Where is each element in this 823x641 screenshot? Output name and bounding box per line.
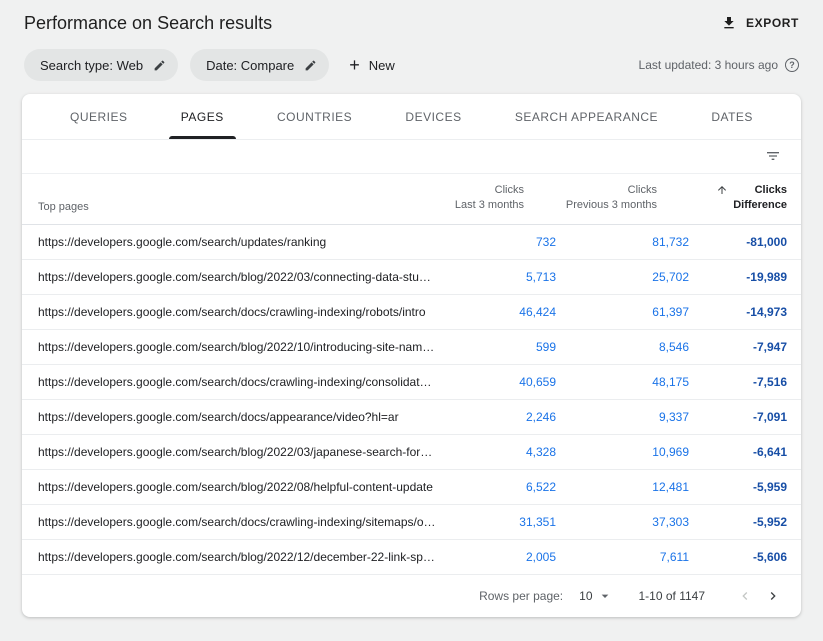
clicks-last-value: 599	[436, 340, 556, 354]
page-url: https://developers.google.com/search/doc…	[22, 515, 436, 529]
page-url: https://developers.google.com/search/blo…	[22, 340, 436, 354]
clicks-last-value: 6,522	[436, 480, 556, 494]
clicks-last-value: 732	[436, 235, 556, 249]
tab-pages[interactable]: PAGES	[177, 94, 228, 139]
clicks-previous-value: 12,481	[556, 480, 689, 494]
pagination-range: 1-10 of 1147	[639, 589, 706, 603]
table-row[interactable]: https://developers.google.com/search/blo…	[22, 540, 801, 575]
tab-dates[interactable]: DATES	[707, 94, 757, 139]
export-label: EXPORT	[746, 16, 799, 30]
edit-pencil-icon	[153, 59, 166, 72]
clicks-previous-value: 37,303	[556, 515, 689, 529]
clicks-last-value: 40,659	[436, 375, 556, 389]
dimension-tabs: QUERIES PAGES COUNTRIES DEVICES SEARCH A…	[22, 94, 801, 140]
page-url: https://developers.google.com/search/upd…	[22, 235, 436, 249]
clicks-difference-value: -5,952	[689, 515, 787, 529]
clicks-last-value: 4,328	[436, 445, 556, 459]
tab-devices[interactable]: DEVICES	[401, 94, 465, 139]
tab-queries[interactable]: QUERIES	[66, 94, 132, 139]
clicks-previous-value: 61,397	[556, 305, 689, 319]
page-url: https://developers.google.com/search/doc…	[22, 410, 436, 424]
column-header-clicks-last[interactable]: Clicks Last 3 months	[404, 183, 524, 213]
clicks-difference-value: -5,606	[689, 550, 787, 564]
performance-card: QUERIES PAGES COUNTRIES DEVICES SEARCH A…	[22, 94, 801, 617]
clicks-previous-value: 81,732	[556, 235, 689, 249]
clicks-previous-value: 7,611	[556, 550, 689, 564]
last-updated-text: Last updated: 3 hours ago	[639, 58, 778, 72]
search-type-chip[interactable]: Search type: Web	[24, 49, 178, 81]
plus-icon: +	[349, 56, 360, 74]
clicks-difference-value: -5,959	[689, 480, 787, 494]
page-url: https://developers.google.com/search/blo…	[22, 445, 436, 459]
table-row[interactable]: https://developers.google.com/search/upd…	[22, 225, 801, 260]
edit-pencil-icon	[304, 59, 317, 72]
clicks-previous-value: 25,702	[556, 270, 689, 284]
sort-ascending-icon	[716, 184, 728, 196]
search-type-chip-label: Search type: Web	[40, 58, 143, 73]
table-row[interactable]: https://developers.google.com/search/blo…	[22, 435, 801, 470]
dropdown-arrow-icon	[597, 588, 613, 604]
column-header-clicks-difference[interactable]: Clicks Difference	[657, 183, 787, 213]
table-row[interactable]: https://developers.google.com/search/doc…	[22, 365, 801, 400]
clicks-difference-value: -14,973	[689, 305, 787, 319]
clicks-last-value: 5,713	[436, 270, 556, 284]
previous-page-button[interactable]	[731, 582, 759, 610]
new-filter-button[interactable]: + New	[349, 56, 395, 74]
page-url: https://developers.google.com/search/blo…	[22, 550, 436, 564]
rows-per-page-value: 10	[579, 589, 592, 603]
table-header: Top pages Clicks Last 3 months Clicks Pr…	[22, 174, 801, 226]
clicks-previous-value: 9,337	[556, 410, 689, 424]
table-row[interactable]: https://developers.google.com/search/blo…	[22, 470, 801, 505]
column-header-clicks-previous[interactable]: Clicks Previous 3 months	[524, 183, 657, 213]
last-updated: Last updated: 3 hours ago ?	[639, 58, 799, 72]
page-url: https://developers.google.com/search/doc…	[22, 305, 436, 319]
table-row[interactable]: https://developers.google.com/search/doc…	[22, 400, 801, 435]
clicks-last-value: 2,005	[436, 550, 556, 564]
help-icon[interactable]: ?	[785, 58, 799, 72]
clicks-difference-value: -19,989	[689, 270, 787, 284]
clicks-last-value: 31,351	[436, 515, 556, 529]
table-row[interactable]: https://developers.google.com/search/blo…	[22, 260, 801, 295]
clicks-difference-value: -81,000	[689, 235, 787, 249]
clicks-last-value: 46,424	[436, 305, 556, 319]
chevron-left-icon	[737, 588, 753, 604]
page-url: https://developers.google.com/search/blo…	[22, 270, 436, 284]
download-icon	[721, 15, 737, 31]
filter-list-icon[interactable]	[765, 148, 781, 164]
clicks-difference-value: -7,947	[689, 340, 787, 354]
date-compare-chip[interactable]: Date: Compare	[190, 49, 329, 81]
table-body: https://developers.google.com/search/upd…	[22, 225, 801, 575]
rows-per-page-select[interactable]: 10	[579, 588, 612, 604]
date-compare-chip-label: Date: Compare	[206, 58, 294, 73]
next-page-button[interactable]	[759, 582, 787, 610]
tab-countries[interactable]: COUNTRIES	[273, 94, 356, 139]
clicks-difference-value: -7,516	[689, 375, 787, 389]
clicks-previous-value: 8,546	[556, 340, 689, 354]
top-bar: Performance on Search results EXPORT	[0, 0, 823, 42]
column-header-top-pages: Top pages	[22, 201, 404, 213]
page-url: https://developers.google.com/search/blo…	[22, 480, 436, 494]
tab-search-appearance[interactable]: SEARCH APPEARANCE	[511, 94, 662, 139]
page-title: Performance on Search results	[24, 13, 272, 34]
table-pagination: Rows per page: 10 1-10 of 1147	[22, 575, 801, 617]
chevron-right-icon	[765, 588, 781, 604]
clicks-previous-value: 48,175	[556, 375, 689, 389]
table-toolbar	[22, 140, 801, 174]
clicks-previous-value: 10,969	[556, 445, 689, 459]
clicks-last-value: 2,246	[436, 410, 556, 424]
table-row[interactable]: https://developers.google.com/search/doc…	[22, 505, 801, 540]
rows-per-page-label: Rows per page:	[479, 589, 563, 603]
table-row[interactable]: https://developers.google.com/search/doc…	[22, 295, 801, 330]
new-filter-label: New	[369, 58, 395, 73]
table-row[interactable]: https://developers.google.com/search/blo…	[22, 330, 801, 365]
clicks-difference-value: -6,641	[689, 445, 787, 459]
filter-bar: Search type: Web Date: Compare + New Las…	[0, 42, 823, 82]
export-button[interactable]: EXPORT	[721, 15, 799, 31]
page-url: https://developers.google.com/search/doc…	[22, 375, 436, 389]
clicks-difference-value: -7,091	[689, 410, 787, 424]
